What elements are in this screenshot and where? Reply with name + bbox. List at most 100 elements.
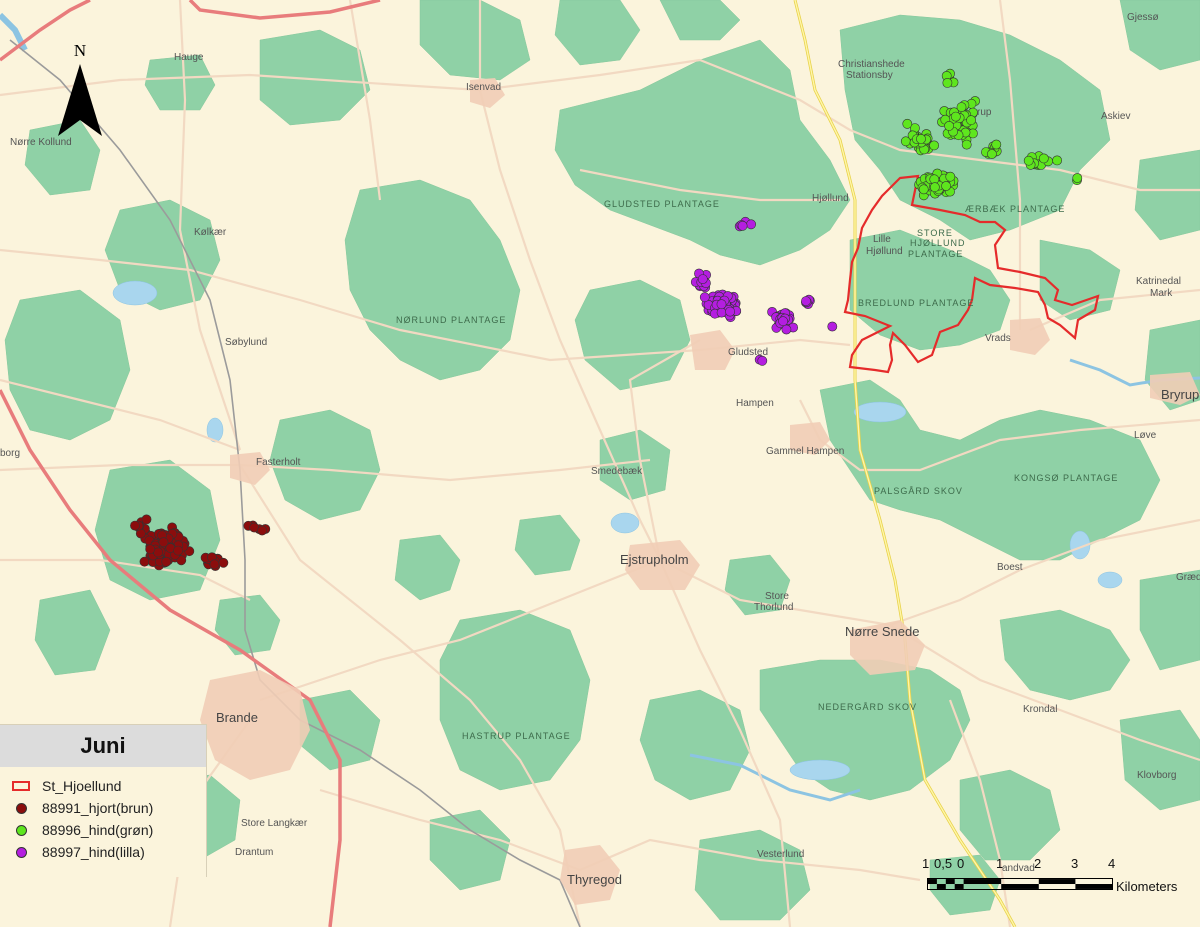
gps-point (173, 545, 183, 556)
gps-point (725, 306, 735, 317)
gps-point (929, 182, 940, 193)
scale-unit: Kilometers (1116, 879, 1178, 894)
gps-point (139, 556, 150, 567)
gps-point (1052, 155, 1062, 166)
legend-label: St_Hjoellund (42, 778, 122, 794)
gps-point (944, 121, 954, 131)
place-label: Boest (997, 562, 1023, 573)
place-label: Vesterlund (757, 849, 804, 860)
place-label: Drantum (235, 847, 273, 858)
gps-point (991, 139, 1002, 150)
gps-point (716, 307, 727, 318)
outline-swatch-icon (12, 781, 30, 791)
place-label: Løve (1134, 430, 1157, 441)
gps-point (941, 181, 951, 191)
place-label: Klovborg (1137, 770, 1176, 781)
place-label: Katrinedal (1136, 276, 1181, 287)
scale-number: 0 (957, 856, 965, 871)
gps-point (746, 219, 756, 230)
gps-point (257, 525, 267, 536)
purple-dot-icon (15, 846, 27, 858)
green-dot-icon (15, 824, 27, 836)
gps-point (145, 544, 156, 555)
place-label: Store (765, 591, 789, 602)
place-label: Hjøllund (812, 193, 849, 204)
forest-label: HJØLLUND (910, 238, 966, 248)
place-label: Thorlund (754, 602, 793, 613)
gps-point (987, 149, 997, 159)
gps-point (950, 111, 961, 122)
place-label: Fasterholt (256, 457, 301, 468)
north-label: N (74, 41, 86, 60)
place-label: Smedebæk (591, 466, 643, 477)
scale-number: 1 (922, 856, 930, 871)
scale-number: 4 (1108, 856, 1116, 871)
place-label: Thyregod (567, 872, 622, 887)
legend-item-hjort: 88991_hjort(brun) (0, 797, 206, 819)
gps-point (737, 220, 748, 231)
legend-label: 88997_hind(lilla) (42, 844, 145, 860)
north-arrow-icon (58, 64, 80, 136)
place-label: Store Langkær (241, 818, 308, 829)
place-label: Krondal (1023, 704, 1057, 715)
forest-label: BREDLUND PLANTAGE (858, 298, 974, 308)
legend-label: 88996_hind(grøn) (42, 822, 154, 838)
legend-item-study-area: St_Hjoellund (0, 775, 206, 797)
place-label: Gammel Hampen (766, 446, 844, 457)
place-label: Hjøllund (866, 246, 903, 257)
gps-point (781, 324, 792, 335)
gps-point (130, 520, 140, 531)
place-label: Hauge (174, 52, 204, 63)
forest-label: KONGSØ PLANTAGE (1014, 473, 1118, 483)
gps-point (956, 102, 967, 112)
forest-label: PALSGÅRD SKOV (874, 486, 963, 496)
legend-item-hind-purple: 88997_hind(lilla) (0, 841, 206, 863)
place-label: Søbylund (225, 337, 267, 348)
gps-point (778, 316, 788, 327)
legend-label: 88991_hjort(brun) (42, 800, 154, 816)
gps-point (209, 559, 220, 570)
gps-point (161, 556, 172, 567)
gps-point (827, 321, 838, 332)
gps-point (141, 514, 152, 525)
place-label: Græd (1176, 572, 1200, 583)
gps-point (961, 139, 972, 150)
place-label: Lille (873, 234, 891, 245)
scale-number: 3 (1071, 856, 1079, 871)
scale-bar: 1 0,5 0 1 2 3 4 Kilometers (920, 856, 1200, 896)
forest-label: GLUDSTED PLANTAGE (604, 199, 720, 209)
place-label: Christianshede (838, 59, 905, 70)
place-label: Askiev (1101, 111, 1130, 122)
place-label: Hampen (736, 398, 774, 409)
scale-bar-graphic (927, 878, 1113, 890)
forest-label: ÆRBÆK PLANTAGE (965, 204, 1065, 214)
gps-point (697, 274, 708, 284)
gps-point (942, 78, 953, 88)
gps-point (918, 184, 929, 195)
legend-title: Juni (0, 725, 206, 767)
place-label: Ejstrupholm (620, 552, 689, 567)
place-label: borg (0, 448, 20, 459)
legend: Juni St_Hjoellund 88991_hjort(brun) 8899… (0, 724, 207, 877)
gps-point (158, 537, 169, 548)
place-label: Stationsby (846, 70, 893, 81)
gps-point (1038, 153, 1049, 164)
gps-point (757, 355, 768, 366)
gps-point (966, 115, 976, 126)
gps-point (218, 557, 229, 568)
forest-label: NEDERGÅRD SKOV (818, 702, 917, 712)
forest-label: PLANTAGE (908, 249, 963, 259)
scale-number: 1 (996, 856, 1004, 871)
forest-label: STORE (917, 228, 953, 238)
scale-number: 2 (1034, 856, 1042, 871)
scale-number: 0,5 (934, 856, 953, 871)
place-label: Brande (216, 710, 258, 725)
gps-point (801, 296, 811, 306)
gps-point (1072, 173, 1083, 183)
place-label: Vrads (985, 333, 1011, 344)
place-label: Mark (1150, 288, 1173, 299)
scale-numbers: 1 0,5 0 1 2 3 4 (920, 856, 1180, 872)
north-arrow-icon (80, 64, 102, 136)
north-arrow: N (52, 40, 108, 140)
gps-point (716, 299, 727, 310)
